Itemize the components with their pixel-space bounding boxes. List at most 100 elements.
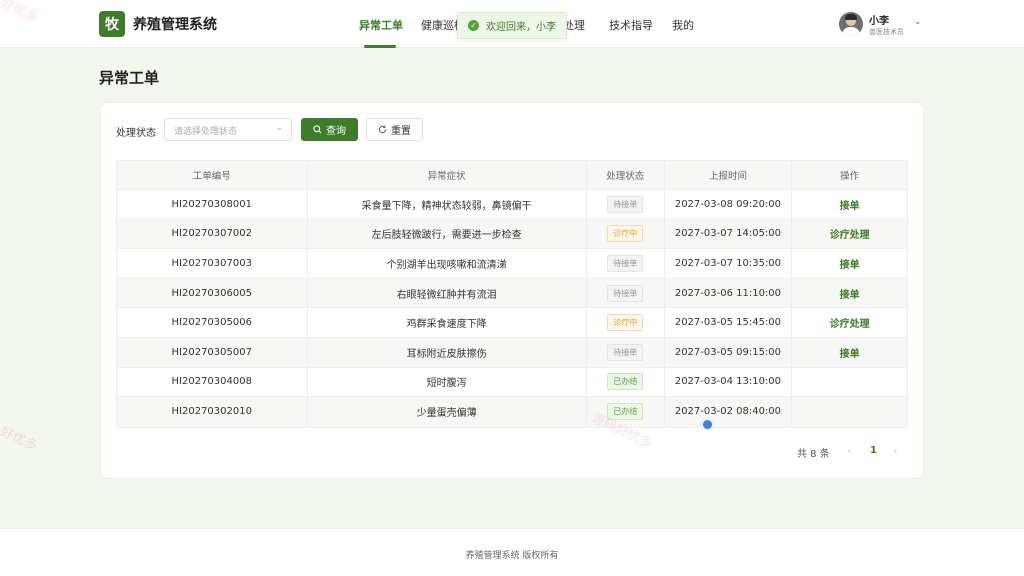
symptom: 少量蛋壳偏薄 [308, 397, 587, 427]
watermark: 好优多 [0, 424, 40, 455]
table-row: HI20270308001 采食量下降，精神状态较弱，鼻镜偏干 待接单 2027… [117, 190, 907, 220]
query-button-label: 查询 [326, 126, 346, 137]
app-title: 养殖管理系统 [133, 17, 217, 33]
action-cell [792, 397, 907, 427]
toast-message: 欢迎回来，小李 [486, 22, 556, 33]
status-badge: 待接单 [607, 254, 644, 272]
page-footer: 养殖管理系统 版权所有 [0, 528, 1024, 576]
chevron-left-icon[interactable]: ‹ [847, 444, 851, 457]
status-badge: 诊疗中 [607, 225, 644, 243]
cursor-indicator [701, 418, 714, 431]
search-icon [313, 125, 322, 134]
order-id: HI20270308001 [117, 190, 308, 219]
order-id: HI20270307003 [117, 249, 308, 278]
order-id: HI20270306005 [117, 278, 308, 308]
action-cell: 接单 [792, 190, 907, 219]
column-header-symptom: 异常症状 [308, 161, 587, 189]
action-cell [792, 368, 907, 397]
action-cell: 诊疗处理 [792, 220, 907, 249]
pagination-page-1[interactable]: 1 [870, 445, 877, 456]
column-header-time: 上报时间 [665, 161, 793, 189]
order-id: HI20270304008 [117, 367, 308, 397]
column-header-id: 工单编号 [117, 161, 308, 189]
table-row: HI20270304008 短时腹泻 已办结 2027-03-04 13:10:… [117, 367, 907, 398]
action-cell: 接单 [792, 279, 907, 308]
table-row: HI20270305007 耳标附近皮肤擦伤 待接单 2027-03-05 09… [117, 337, 907, 368]
user-role: 兽医技术员 [869, 28, 904, 36]
success-check-icon: ✓ [468, 20, 479, 31]
top-header: 牧 养殖管理系统 异常工单 健康巡检 诊疗处理 技术指导 我的 ✓ 欢迎回来，小… [0, 0, 1024, 48]
refresh-icon [378, 125, 387, 134]
status-filter-label: 处理状态 [116, 128, 156, 139]
status-cell: 待接单 [587, 190, 665, 219]
status-badge: 已办结 [607, 373, 644, 391]
footer-copyright: 养殖管理系统 版权所有 [465, 551, 559, 561]
nav-item-mine[interactable]: 我的 [672, 17, 694, 33]
report-time: 2027-03-08 09:20:00 [665, 190, 793, 219]
column-header-action: 操作 [840, 171, 860, 182]
nav-item-tech-guide[interactable]: 技术指导 [609, 17, 653, 33]
symptom: 右眼轻微红肿并有流泪 [308, 278, 587, 308]
report-time: 2027-03-04 13:10:00 [665, 367, 793, 397]
page-title: 异常工单 [99, 69, 160, 87]
symptom: 鸡群采食速度下降 [308, 308, 587, 337]
pagination-total: 共 8 条 [797, 449, 830, 460]
report-time: 2027-03-06 11:10:00 [665, 278, 793, 308]
action-cell: 接单 [792, 338, 907, 367]
status-cell: 已办结 [587, 367, 665, 397]
accept-order-link[interactable]: 接单 [840, 256, 860, 271]
status-cell: 诊疗中 [587, 308, 665, 337]
report-time: 2027-03-07 10:35:00 [665, 249, 793, 278]
nav-item-abnormal-orders[interactable]: 异常工单 [359, 17, 403, 33]
status-cell: 待接单 [587, 249, 665, 278]
table-row: HI20270307002 左后肢轻微跛行，需要进一步检查 诊疗中 2027-0… [117, 219, 907, 250]
symptom: 左后肢轻微跛行，需要进一步检查 [308, 219, 587, 249]
report-time: 2027-03-07 14:05:00 [665, 219, 793, 249]
work-order-table: 工单编号 异常症状 处理状态 上报时间 操作 HI20270308001 采食量… [116, 160, 908, 428]
table-row: HI20270302010 少量蛋壳偏薄 已办结 2027-03-02 08:4… [117, 397, 907, 427]
symptom: 采食量下降，精神状态较弱，鼻镜偏干 [308, 190, 587, 219]
treat-order-link[interactable]: 诊疗处理 [830, 226, 870, 241]
status-badge: 待接单 [607, 284, 644, 302]
app-logo: 牧 [99, 11, 125, 37]
symptom: 个别湖羊出现咳嗽和流清涕 [308, 249, 587, 278]
welcome-toast: ✓ 欢迎回来，小李 [457, 12, 567, 39]
query-button[interactable]: 查询 [301, 118, 358, 141]
table-row: HI20270307003 个别湖羊出现咳嗽和流清涕 待接单 2027-03-0… [117, 249, 907, 279]
chevron-right-icon[interactable]: › [893, 444, 897, 457]
chevron-down-icon: ⌄ [275, 123, 283, 133]
status-cell: 诊疗中 [587, 219, 665, 249]
status-badge: 诊疗中 [607, 314, 644, 332]
report-time: 2027-03-05 09:15:00 [665, 337, 793, 367]
table-row: HI20270306005 右眼轻微红肿并有流泪 待接单 2027-03-06 … [117, 278, 907, 309]
chevron-down-icon[interactable]: ⌄ [914, 17, 922, 27]
table-row: HI20270305006 鸡群采食速度下降 诊疗中 2027-03-05 15… [117, 308, 907, 338]
accept-order-link[interactable]: 接单 [840, 197, 860, 212]
status-badge: 待接单 [607, 195, 644, 213]
status-select[interactable]: 请选择处理状态 ⌄ [164, 118, 292, 141]
order-id: HI20270302010 [117, 397, 308, 427]
status-cell: 待接单 [587, 337, 665, 367]
report-time: 2027-03-02 08:40:00 [665, 397, 793, 427]
treat-order-link[interactable]: 诊疗处理 [830, 315, 870, 330]
column-header-status: 处理状态 [587, 161, 665, 189]
symptom: 短时腹泻 [308, 367, 587, 397]
accept-order-link[interactable]: 接单 [840, 345, 860, 360]
action-cell: 接单 [792, 249, 907, 278]
table-header-row: 工单编号 异常症状 处理状态 上报时间 操作 [117, 161, 907, 190]
order-id: HI20270305006 [117, 308, 308, 337]
status-cell: 待接单 [587, 278, 665, 308]
status-select-placeholder: 请选择处理状态 [174, 127, 238, 137]
report-time: 2027-03-05 15:45:00 [665, 308, 793, 337]
order-id: HI20270307002 [117, 219, 308, 249]
nav-active-indicator [364, 45, 396, 48]
status-badge: 待接单 [607, 343, 644, 361]
accept-order-link[interactable]: 接单 [840, 286, 860, 301]
reset-button-label: 重置 [391, 126, 411, 137]
user-name[interactable]: 小李 [869, 12, 889, 27]
reset-button[interactable]: 重置 [366, 118, 423, 141]
order-id: HI20270305007 [117, 337, 308, 367]
avatar[interactable] [839, 12, 863, 36]
symptom: 耳标附近皮肤擦伤 [308, 337, 587, 367]
action-cell: 诊疗处理 [792, 308, 907, 337]
